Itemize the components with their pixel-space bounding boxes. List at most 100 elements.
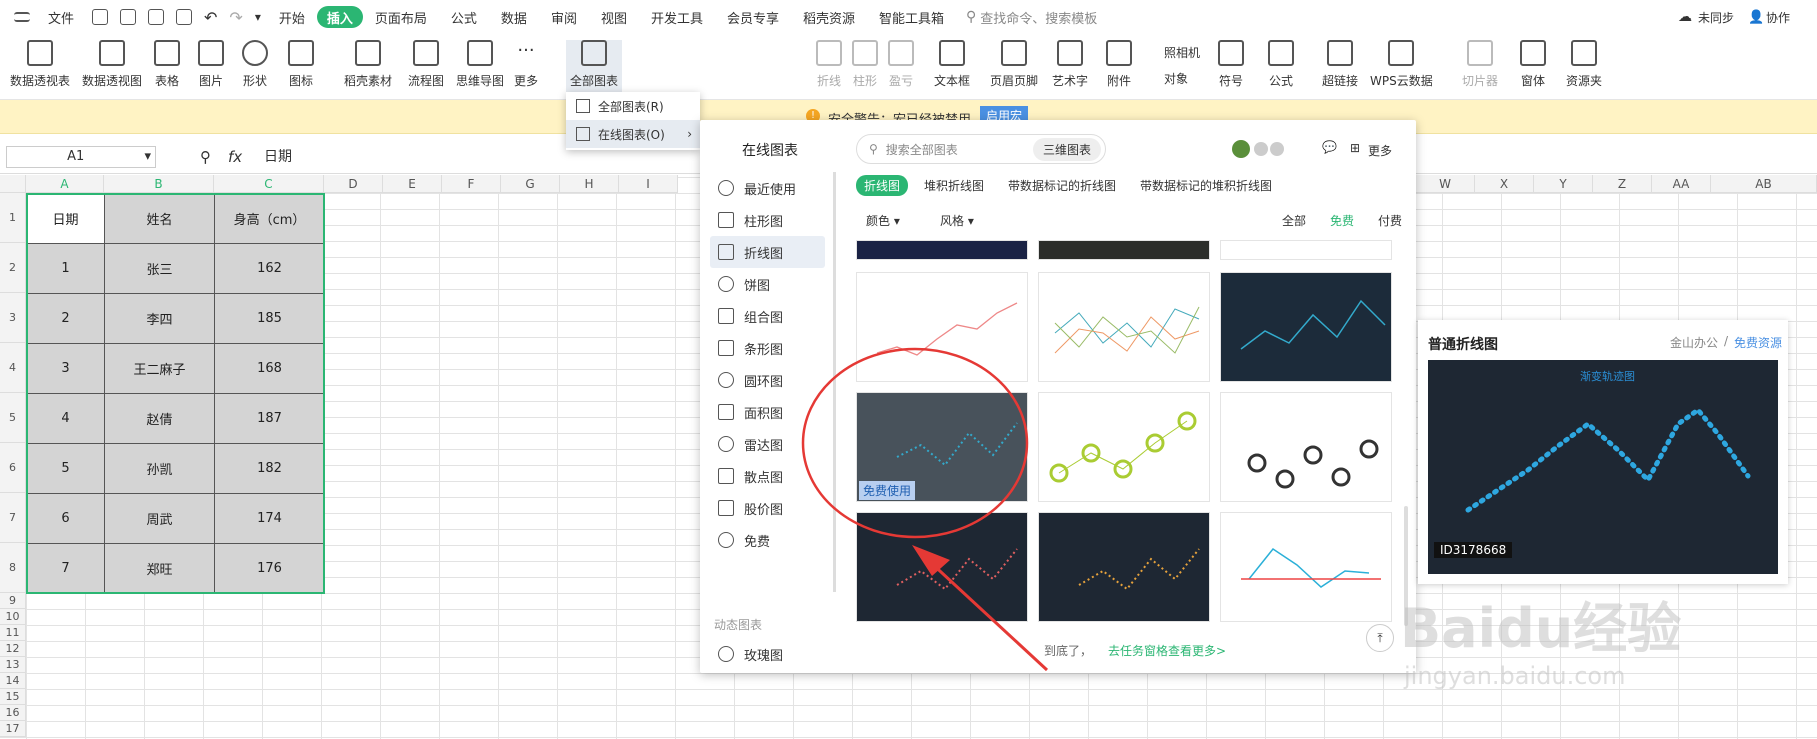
row-header[interactable]: 9: [0, 593, 26, 609]
task-pane-link[interactable]: 去任务窗格查看更多>: [1108, 642, 1226, 659]
chart-thumbnail[interactable]: [1220, 512, 1392, 622]
wps-cloud-data-button[interactable]: WPS云数据: [1370, 40, 1433, 89]
chart-thumbnail[interactable]: [1038, 240, 1210, 260]
table-cell[interactable]: 王二麻子: [104, 343, 215, 394]
table-cell[interactable]: 李四: [104, 293, 215, 344]
table-header-cell[interactable]: 日期: [26, 193, 105, 244]
menu-icon[interactable]: [14, 12, 30, 22]
table-cell[interactable]: 郑旺: [104, 543, 215, 594]
col-header-c[interactable]: C: [214, 175, 324, 193]
sparkline-column-button[interactable]: 柱形: [852, 40, 878, 89]
back-to-top-button[interactable]: ⤒: [1366, 624, 1394, 652]
tab-docer[interactable]: 稻壳资源: [791, 0, 867, 34]
hyperlink-button[interactable]: 超链接: [1322, 40, 1358, 89]
col-header-ab[interactable]: AB: [1711, 175, 1817, 193]
slicer-button[interactable]: 切片器: [1462, 40, 1498, 89]
row-header[interactable]: 6: [0, 443, 26, 493]
tab-formula[interactable]: 公式: [439, 0, 489, 34]
col-header-i[interactable]: I: [619, 175, 678, 193]
symbol-button[interactable]: 符号: [1218, 40, 1244, 89]
col-header-aa[interactable]: AA: [1652, 175, 1711, 193]
wordart-button[interactable]: 艺术字: [1052, 40, 1088, 89]
sidebar-item-recent[interactable]: 最近使用: [710, 172, 825, 204]
row-header[interactable]: 13: [0, 657, 26, 673]
subtab-stacked-line[interactable]: 堆积折线图: [924, 177, 984, 194]
row-header[interactable]: 15: [0, 689, 26, 705]
tab-start[interactable]: 开始: [267, 0, 317, 34]
table-cell[interactable]: 3: [26, 343, 105, 394]
table-cell[interactable]: 孙凯: [104, 443, 215, 494]
picture-button[interactable]: 图片: [198, 40, 224, 89]
row-header[interactable]: 10: [0, 609, 26, 625]
col-header-a[interactable]: A: [26, 175, 104, 193]
subtab-line-markers[interactable]: 带数据标记的折线图: [1008, 177, 1116, 194]
command-search[interactable]: 查找命令、搜索模板: [980, 8, 1097, 27]
table-button[interactable]: 表格: [154, 40, 180, 89]
sync-status[interactable]: 未同步: [1698, 9, 1734, 26]
header-footer-button[interactable]: 页眉页脚: [990, 40, 1038, 89]
row-header[interactable]: 2: [0, 243, 26, 293]
zoom-icon[interactable]: ⚲: [200, 148, 211, 166]
table-cell[interactable]: 6: [26, 493, 105, 544]
chart-thumbnail[interactable]: [856, 240, 1028, 260]
more-icon[interactable]: ⊞: [1350, 141, 1360, 155]
tab-toolbox[interactable]: 智能工具箱: [867, 0, 956, 34]
row-header[interactable]: 4: [0, 343, 26, 393]
more-button[interactable]: ··· 更多: [514, 40, 538, 89]
equation-button[interactable]: 公式: [1268, 40, 1294, 89]
table-cell[interactable]: 174: [214, 493, 325, 544]
table-cell[interactable]: 1: [26, 243, 105, 294]
formula-input[interactable]: 日期: [264, 146, 292, 166]
sidebar-item-line[interactable]: 折线图: [710, 236, 825, 268]
all-charts-button[interactable]: 全部图表: [566, 40, 623, 92]
preview-icon[interactable]: [176, 9, 193, 25]
export-icon[interactable]: [120, 9, 137, 25]
sparkline-winloss-button[interactable]: 盈亏: [888, 40, 914, 89]
tab-data[interactable]: 数据: [489, 0, 539, 34]
table-cell[interactable]: 2: [26, 293, 105, 344]
col-header-e[interactable]: E: [383, 175, 442, 193]
tab-page-layout[interactable]: 页面布局: [363, 0, 439, 34]
sidebar-item-pie[interactable]: 饼图: [710, 268, 825, 300]
menu-item-all-charts[interactable]: 全部图表(R): [566, 92, 700, 120]
chart-search-box[interactable]: ⚲ 搜索全部图表 三维图表: [856, 134, 1106, 164]
name-box[interactable]: A1 ▾: [6, 146, 156, 168]
row-header[interactable]: 3: [0, 293, 26, 343]
chart-thumbnail[interactable]: [1220, 272, 1392, 382]
preview-source-kingsoft[interactable]: 金山办公: [1670, 334, 1718, 351]
table-cell[interactable]: 张三: [104, 243, 215, 294]
preview-source-free[interactable]: 免费资源: [1734, 334, 1782, 351]
row-header[interactable]: 12: [0, 641, 26, 657]
table-header-cell[interactable]: 身高（cm）: [214, 193, 325, 244]
row-header[interactable]: 1: [0, 193, 26, 243]
pivot-table-button[interactable]: 数据透视表: [10, 40, 70, 89]
more-button[interactable]: 更多: [1368, 142, 1392, 159]
textbox-button[interactable]: 文本框: [934, 40, 970, 89]
row-header[interactable]: 14: [0, 673, 26, 689]
table-header-cell[interactable]: 姓名: [104, 193, 215, 244]
table-cell[interactable]: 168: [214, 343, 325, 394]
redo-icon[interactable]: ↷: [229, 8, 242, 27]
docer-material-button[interactable]: 稻壳素材: [344, 40, 392, 89]
table-cell[interactable]: 182: [214, 443, 325, 494]
fx-label[interactable]: fx: [228, 148, 242, 166]
chart-thumbnail[interactable]: [1220, 240, 1392, 260]
col-header-z[interactable]: Z: [1593, 175, 1652, 193]
sidebar-item-column[interactable]: 柱形图: [710, 204, 825, 236]
price-free[interactable]: 免费: [1330, 212, 1354, 229]
flowchart-button[interactable]: 流程图: [408, 40, 444, 89]
select-all-corner[interactable]: [0, 175, 26, 193]
table-cell[interactable]: 5: [26, 443, 105, 494]
table-cell[interactable]: 176: [214, 543, 325, 594]
col-header-w[interactable]: W: [1416, 175, 1475, 193]
cloud-icon[interactable]: ☁: [1678, 9, 1692, 25]
tab-review[interactable]: 审阅: [539, 0, 589, 34]
price-all[interactable]: 全部: [1282, 212, 1306, 229]
avatar[interactable]: [1232, 140, 1250, 158]
col-header-y[interactable]: Y: [1534, 175, 1593, 193]
object-button[interactable]: 对象: [1164, 70, 1188, 87]
tab-3d-charts[interactable]: 三维图表: [1032, 137, 1101, 161]
chart-thumbnail[interactable]: [1220, 392, 1392, 502]
row-header[interactable]: 7: [0, 493, 26, 543]
col-header-b[interactable]: B: [104, 175, 214, 193]
